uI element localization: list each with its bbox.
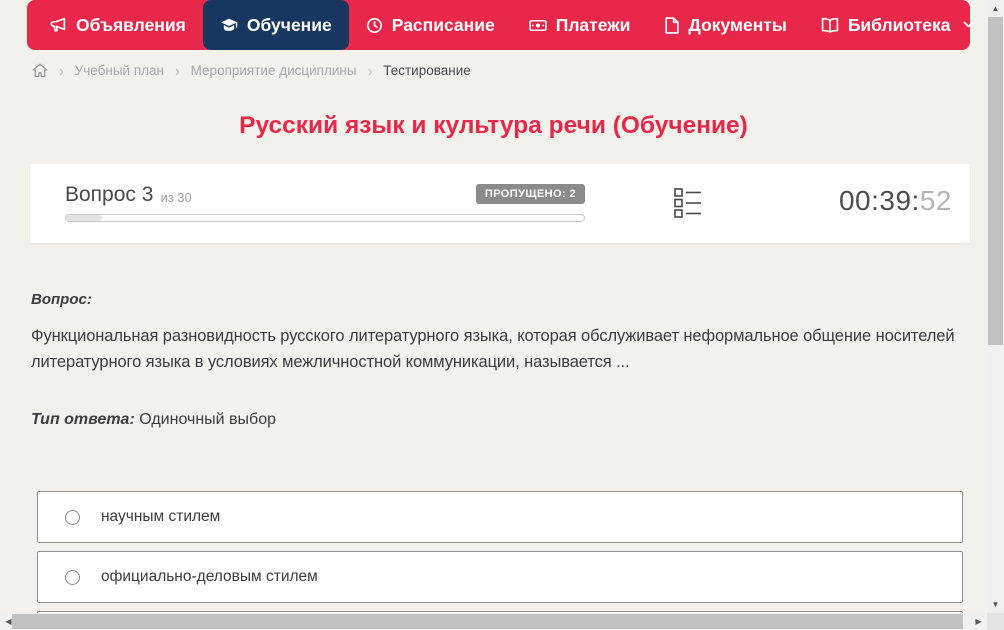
nav-item-documents[interactable]: Документы — [647, 0, 803, 50]
chevron-down-icon — [963, 21, 974, 29]
nav-item-payments[interactable]: Платежи — [512, 0, 648, 50]
radio-button-icon[interactable] — [65, 509, 80, 525]
nav-item-learning[interactable]: Обучение — [202, 0, 349, 50]
quiz-progress-section: Вопрос 3 из 30 ПРОПУЩЕНО: 2 — [65, 184, 585, 222]
clock-icon — [366, 17, 383, 34]
scroll-up-icon[interactable]: ▲ — [987, 0, 1004, 17]
answer-option[interactable]: научным стилем — [37, 491, 963, 543]
scrollbar-corner — [987, 613, 1004, 630]
answer-options: научным стилем официально-деловым стилем — [37, 491, 963, 613]
question-list-icon[interactable] — [673, 186, 703, 220]
scroll-right-icon[interactable]: ▶ — [970, 613, 987, 630]
breadcrumb-separator-icon: › — [367, 60, 373, 80]
breadcrumb-testing: Тестирование — [383, 62, 471, 78]
radio-button-icon[interactable] — [65, 569, 80, 585]
horizontal-scrollbar-thumb[interactable] — [12, 614, 963, 629]
vertical-scrollbar-thumb[interactable] — [988, 17, 1003, 345]
nav-item-label: Платежи — [555, 14, 631, 35]
answer-option-label: научным стилем — [101, 508, 221, 525]
timer: 00:39:52 — [839, 185, 952, 217]
question-text: Функциональная разновидность русского ли… — [31, 327, 955, 371]
nav-item-label: Документы — [688, 14, 787, 35]
main-nav: Объявления Обучение Расписание Платежи Д… — [27, 0, 974, 50]
question-total: из 30 — [160, 190, 192, 205]
answer-type-value: Одиночный выбор — [139, 411, 276, 428]
page-content: Объявления Обучение Расписание Платежи Д… — [0, 0, 987, 613]
vertical-scrollbar[interactable]: ▲ ▼ — [987, 0, 1004, 613]
nav-item-label: Обучение — [246, 14, 332, 35]
megaphone-icon — [50, 17, 67, 34]
banknote-icon — [528, 17, 547, 34]
open-book-icon — [821, 17, 839, 34]
question-number: Вопрос 3 — [65, 183, 154, 206]
quiz-header-card: Вопрос 3 из 30 ПРОПУЩЕНО: 2 00:39:52 — [30, 164, 970, 243]
breadcrumb: › Учебный план › Мероприятие дисциплины … — [32, 60, 471, 80]
answer-option[interactable]: официально-деловым стилем — [37, 551, 963, 603]
nav-item-label: Библиотека — [847, 14, 951, 35]
progress-bar — [65, 214, 585, 222]
answer-type-label: Тип ответа: — [31, 411, 135, 428]
timer-hours-minutes: 00:39: — [838, 185, 920, 216]
nav-item-label: Объявления — [76, 14, 186, 35]
page-title: Русский язык и культура речи (Обучение) — [239, 112, 748, 139]
question-label: Вопрос: — [31, 291, 92, 308]
breadcrumb-discipline-event[interactable]: Мероприятие дисциплины — [191, 63, 357, 78]
breadcrumb-separator-icon: › — [59, 60, 64, 80]
horizontal-scrollbar[interactable]: ◀ ▶ — [0, 613, 987, 630]
nav-item-label: Расписание — [391, 14, 495, 35]
document-icon — [664, 16, 680, 34]
nav-item-schedule[interactable]: Расписание — [349, 0, 512, 50]
scroll-down-icon[interactable]: ▼ — [987, 596, 1004, 613]
breadcrumb-study-plan[interactable]: Учебный план — [75, 63, 164, 78]
progress-fill — [66, 215, 103, 221]
home-icon[interactable] — [32, 63, 48, 78]
skipped-badge: ПРОПУЩЕНО: 2 — [475, 184, 585, 204]
nav-item-announcements[interactable]: Объявления — [33, 0, 203, 50]
timer-seconds: 52 — [919, 185, 952, 216]
breadcrumb-separator-icon: › — [174, 60, 180, 80]
graduation-cap-icon — [220, 17, 238, 34]
nav-item-library[interactable]: Библиотека — [804, 0, 987, 50]
answer-option-label: официально-деловым стилем — [101, 568, 318, 585]
question-block: Вопрос: Функциональная разновидность рус… — [31, 291, 971, 429]
